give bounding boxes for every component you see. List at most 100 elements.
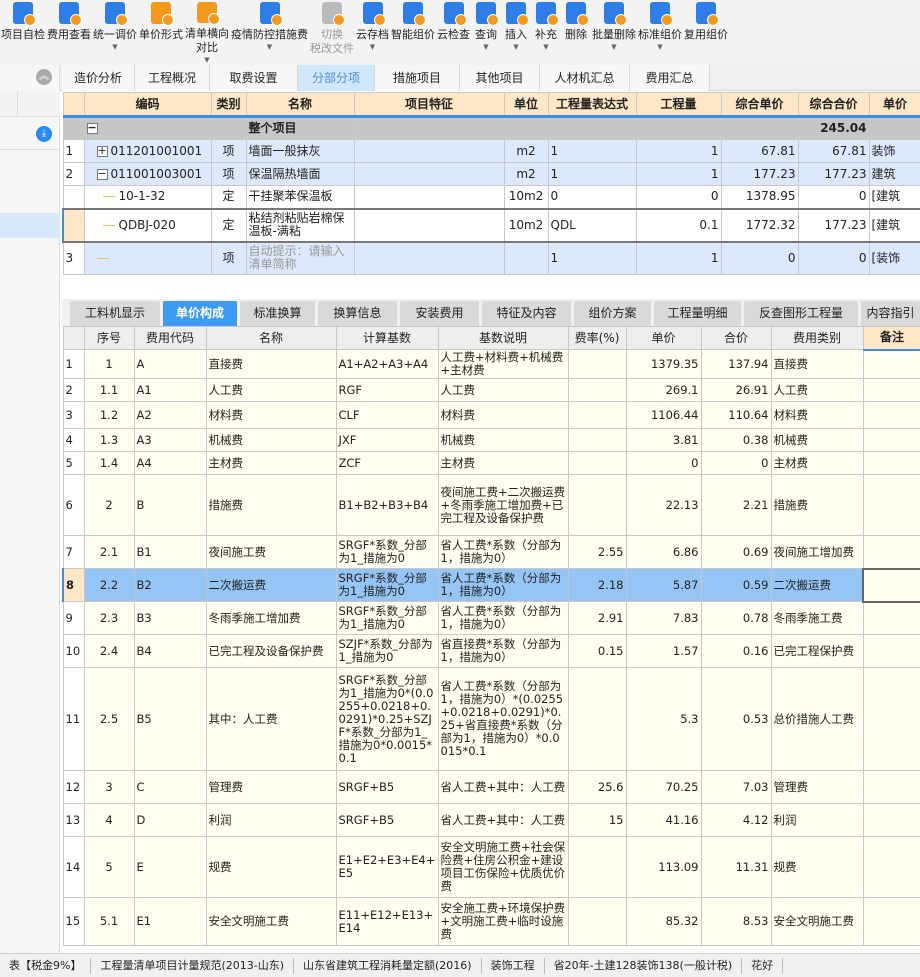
uprice-cell[interactable]: 177.23 bbox=[720, 162, 799, 186]
base-desc-cell[interactable]: 省人工费*系数（分部为1，措施为0） bbox=[437, 601, 569, 635]
base-desc-cell[interactable]: 机械费 bbox=[437, 428, 569, 452]
qty-cell[interactable]: 0.1 bbox=[635, 207, 722, 243]
rate-cell[interactable]: 0.15 bbox=[567, 634, 627, 668]
detail-tab-4[interactable]: 安装费用 bbox=[400, 301, 479, 326]
column-header[interactable]: 序号 bbox=[83, 326, 135, 350]
remark-cell[interactable] bbox=[862, 451, 920, 475]
code-cell[interactable]: C bbox=[133, 770, 207, 804]
column-header[interactable]: 费率(%) bbox=[567, 326, 627, 350]
extra-cell[interactable]: [建筑 bbox=[868, 185, 920, 209]
seq-cell[interactable]: 1.2 bbox=[83, 401, 135, 429]
rate-cell[interactable] bbox=[567, 401, 627, 429]
total-cell[interactable]: 11.31 bbox=[700, 836, 772, 898]
toolbar-button-insert[interactable]: 插入 ▼ bbox=[501, 0, 531, 65]
table-row[interactable]: 10-1-32 定干挂聚苯保温板 10m2 0 0 1378.95 0 [建筑 bbox=[62, 185, 920, 209]
toolbar-button-cloud-check[interactable]: 云检查 bbox=[436, 0, 471, 65]
column-header[interactable]: 单价 bbox=[868, 92, 920, 118]
column-header[interactable]: 费用类别 bbox=[770, 326, 864, 350]
base-cell[interactable]: JXF bbox=[335, 428, 439, 452]
price-cell[interactable]: 113.09 bbox=[625, 836, 702, 898]
tab-3[interactable]: 分部分项 bbox=[298, 65, 375, 91]
name-cell[interactable]: 规费 bbox=[205, 836, 337, 898]
base-cell[interactable]: SRGF+B5 bbox=[335, 803, 439, 837]
code-cell[interactable]: E bbox=[133, 836, 207, 898]
detail-tab-5[interactable]: 特征及内容 bbox=[482, 301, 571, 326]
category-cell[interactable]: 措施费 bbox=[770, 474, 864, 536]
name-cell[interactable]: 管理费 bbox=[205, 770, 337, 804]
name-cell[interactable]: 夜间施工费 bbox=[205, 535, 337, 569]
name-cell[interactable]: 自动提示：请输入清单简称 bbox=[245, 241, 355, 275]
collapse-toggle-icon[interactable]: − bbox=[86, 122, 98, 134]
total-cell[interactable]: 2.21 bbox=[700, 474, 772, 536]
base-cell[interactable]: SZJF*系数_分部为1_措施为0 bbox=[335, 634, 439, 668]
column-header[interactable]: 合价 bbox=[700, 326, 772, 350]
table-row[interactable]: 2−011001003001 项保温隔热墙面 m2 1 1 177.23 177.23 建筑 bbox=[62, 162, 920, 186]
tab-6[interactable]: 人材机汇总 bbox=[540, 65, 630, 91]
base-desc-cell[interactable]: 省人工费*系数（分部为1，措施为0） bbox=[437, 535, 569, 569]
extra-cell[interactable]: 装饰 bbox=[868, 139, 920, 163]
total-cell[interactable]: 26.91 bbox=[700, 378, 772, 402]
total-cell[interactable]: 7.03 bbox=[700, 770, 772, 804]
tab-1[interactable]: 工程概况 bbox=[135, 65, 210, 91]
name-cell[interactable]: 干挂聚苯保温板 bbox=[245, 185, 355, 209]
remark-cell[interactable] bbox=[862, 897, 920, 946]
toolbar-button-add[interactable]: 补充 ▼ bbox=[531, 0, 561, 65]
name-cell[interactable]: 主材费 bbox=[205, 451, 337, 475]
base-desc-cell[interactable]: 省人工费+其中：人工费 bbox=[437, 803, 569, 837]
unit-cell[interactable]: m2 bbox=[503, 162, 549, 186]
remark-cell[interactable] bbox=[862, 428, 920, 452]
base-desc-cell[interactable]: 安全施工费+环境保护费+文明施工费+临时设施费 bbox=[437, 897, 569, 946]
total-cell[interactable]: 0.78 bbox=[700, 601, 772, 635]
price-cell[interactable]: 3.81 bbox=[625, 428, 702, 452]
category-cell[interactable]: 人工费 bbox=[770, 378, 864, 402]
price-cell[interactable]: 0 bbox=[625, 451, 702, 475]
chevron-down-icon[interactable]: ▼ bbox=[370, 42, 375, 52]
base-cell[interactable]: E1+E2+E3+E4+E5 bbox=[335, 836, 439, 898]
name-cell[interactable]: 二次搬运费 bbox=[205, 568, 337, 602]
table-row[interactable]: 13 4 D 利润 SRGF+B5 省人工费+其中：人工费 15 41.16 4.12 利润 bbox=[62, 803, 920, 837]
extra-cell[interactable]: 建筑 bbox=[868, 162, 920, 186]
name-cell[interactable]: 保温隔热墙面 bbox=[245, 162, 355, 186]
rate-cell[interactable] bbox=[567, 836, 627, 898]
feature-cell[interactable] bbox=[353, 162, 505, 186]
code-cell[interactable]: D bbox=[133, 803, 207, 837]
chevron-down-icon[interactable]: ▼ bbox=[657, 42, 662, 52]
name-cell[interactable]: 冬雨季施工增加费 bbox=[205, 601, 337, 635]
chevron-down-icon[interactable]: ▼ bbox=[513, 42, 518, 52]
unit-cell[interactable]: m2 bbox=[503, 139, 549, 163]
extra-cell[interactable]: [建筑 bbox=[868, 207, 920, 243]
code-cell[interactable]: A4 bbox=[133, 451, 207, 475]
total-cell[interactable]: 0.59 bbox=[700, 568, 772, 602]
seq-cell[interactable]: 2 bbox=[83, 474, 135, 536]
price-cell[interactable]: 70.25 bbox=[625, 770, 702, 804]
name-cell[interactable]: 粘结剂粘贴岩棉保温板-满粘 bbox=[245, 207, 355, 243]
detail-tab-3[interactable]: 换算信息 bbox=[318, 301, 397, 326]
extra-cell[interactable]: [装饰 bbox=[868, 241, 920, 275]
table-row[interactable]: 9 2.3 B3 冬雨季施工增加费 SRGF*系数_分部为1_措施为0 省人工费*系数（分… bbox=[62, 601, 920, 635]
expr-cell[interactable]: 1 bbox=[547, 162, 637, 186]
base-cell[interactable]: SRGF*系数_分部为1_措施为0 bbox=[335, 535, 439, 569]
rate-cell[interactable] bbox=[567, 897, 627, 946]
base-desc-cell[interactable]: 省人工费+其中：人工费 bbox=[437, 770, 569, 804]
unit-cell[interactable]: 10m2 bbox=[503, 207, 549, 243]
feature-cell[interactable] bbox=[353, 207, 505, 243]
column-header[interactable]: 工程量表达式 bbox=[547, 92, 637, 118]
category-cell[interactable]: 规费 bbox=[770, 836, 864, 898]
category-cell[interactable]: 管理费 bbox=[770, 770, 864, 804]
name-cell[interactable]: 安全文明施工费 bbox=[205, 897, 337, 946]
seq-cell[interactable]: 2.1 bbox=[83, 535, 135, 569]
code-cell[interactable]: A3 bbox=[133, 428, 207, 452]
detail-tab-0[interactable]: 工料机显示 bbox=[70, 301, 160, 326]
price-cell[interactable]: 85.32 bbox=[625, 897, 702, 946]
base-cell[interactable]: SRGF*系数_分部为1_措施为0 bbox=[335, 601, 439, 635]
name-cell[interactable]: 利润 bbox=[205, 803, 337, 837]
chevron-down-icon[interactable]: ▼ bbox=[267, 42, 272, 52]
seq-cell[interactable]: 1.1 bbox=[83, 378, 135, 402]
category-cell[interactable]: 直接费 bbox=[770, 349, 864, 379]
total-cell[interactable]: 137.94 bbox=[700, 349, 772, 379]
column-header[interactable]: 编码 bbox=[83, 92, 212, 118]
column-header[interactable]: 费用代码 bbox=[133, 326, 207, 350]
toolbar-button-adjust-price[interactable]: 统一调价 ▼ bbox=[92, 0, 138, 65]
expand-toggle-icon[interactable]: + bbox=[96, 145, 108, 157]
column-header[interactable]: 名称 bbox=[205, 326, 337, 350]
